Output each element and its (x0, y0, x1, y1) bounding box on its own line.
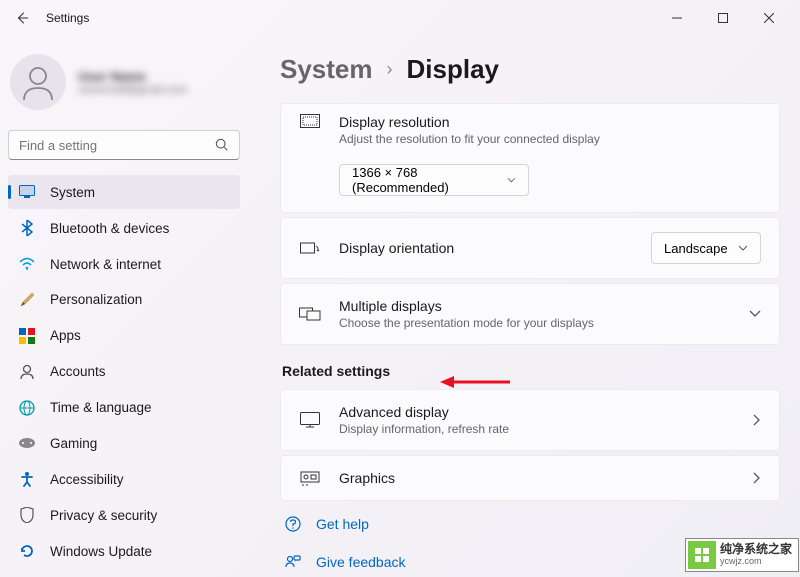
related-settings-heading: Related settings (282, 363, 780, 379)
account-icon (18, 363, 36, 381)
search-box[interactable] (8, 130, 240, 160)
sidebar-item-personalization[interactable]: Personalization (8, 283, 240, 317)
back-arrow-icon (15, 11, 29, 25)
close-button[interactable] (746, 2, 792, 34)
watermark-icon (688, 541, 716, 569)
update-icon (18, 542, 36, 560)
sidebar-item-bluetooth[interactable]: Bluetooth & devices (8, 211, 240, 245)
sidebar: User Name useremail@gmail.com System Blu… (0, 36, 248, 577)
accessibility-icon (18, 470, 36, 488)
sidebar-item-gaming[interactable]: Gaming (8, 426, 240, 460)
breadcrumb-parent[interactable]: System (280, 54, 373, 85)
nav-label: Time & language (50, 400, 152, 415)
orientation-value: Landscape (664, 241, 728, 256)
shield-icon (18, 506, 36, 524)
watermark: 纯净系统之家 ycwjz.com (685, 538, 799, 572)
sidebar-item-system[interactable]: System (8, 175, 240, 209)
graphics-title: Graphics (339, 470, 735, 486)
nav-label: Network & internet (50, 257, 161, 272)
back-button[interactable] (8, 4, 36, 32)
maximize-icon (718, 13, 728, 23)
resolution-sub: Adjust the resolution to fit your connec… (339, 132, 761, 146)
watermark-url: ycwjz.com (720, 557, 792, 567)
window-title: Settings (46, 11, 89, 25)
orientation-dropdown[interactable]: Landscape (651, 232, 761, 264)
graphics-icon (299, 470, 321, 486)
apps-icon (18, 327, 36, 345)
watermark-cn: 纯净系统之家 (720, 543, 792, 556)
nav-label: Gaming (50, 436, 97, 451)
nav-label: Accounts (50, 364, 106, 379)
card-multiple-displays[interactable]: Multiple displays Choose the presentatio… (280, 283, 780, 345)
search-icon (215, 138, 229, 152)
orientation-title: Display orientation (339, 240, 633, 256)
bluetooth-icon (18, 219, 36, 237)
sidebar-item-accounts[interactable]: Accounts (8, 355, 240, 389)
chevron-right-icon: › (387, 59, 393, 80)
feedback-icon (284, 553, 302, 571)
resolution-dropdown[interactable]: 1366 × 768 (Recommended) (339, 164, 529, 196)
profile-email: useremail@gmail.com (78, 84, 187, 96)
sidebar-item-time[interactable]: Time & language (8, 391, 240, 425)
profile-section[interactable]: User Name useremail@gmail.com (8, 44, 248, 126)
chevron-down-icon (738, 245, 748, 251)
sidebar-item-network[interactable]: Network & internet (8, 247, 240, 281)
monitor-icon (299, 412, 321, 428)
sidebar-item-accessibility[interactable]: Accessibility (8, 462, 240, 496)
nav-list: System Bluetooth & devices Network & int… (8, 174, 248, 569)
breadcrumb: System › Display (280, 40, 780, 103)
sidebar-item-privacy[interactable]: Privacy & security (8, 498, 240, 532)
advanced-title: Advanced display (339, 404, 735, 420)
main-content: System › Display Display resolution Adju… (248, 36, 800, 577)
avatar (10, 54, 66, 110)
resolution-icon (299, 114, 321, 130)
nav-label: Windows Update (50, 544, 152, 559)
feedback-text: Give feedback (316, 554, 406, 570)
nav-label: Bluetooth & devices (50, 221, 169, 236)
globe-icon (18, 399, 36, 417)
resolution-value: 1366 × 768 (Recommended) (352, 165, 497, 195)
orientation-icon (299, 240, 321, 256)
titlebar: Settings (0, 0, 800, 36)
multiple-title: Multiple displays (339, 298, 731, 314)
multiple-displays-icon (299, 306, 321, 322)
chevron-right-icon (753, 414, 761, 426)
gaming-icon (18, 434, 36, 452)
minimize-button[interactable] (654, 2, 700, 34)
help-icon (284, 515, 302, 533)
system-icon (18, 183, 36, 201)
paintbrush-icon (18, 291, 36, 309)
search-input[interactable] (19, 138, 215, 153)
profile-info: User Name useremail@gmail.com (78, 69, 187, 96)
chevron-down-icon (507, 177, 516, 183)
card-orientation: Display orientation Landscape (280, 217, 780, 279)
profile-name: User Name (78, 69, 187, 84)
wifi-icon (18, 255, 36, 273)
person-icon (18, 62, 58, 102)
nav-label: System (50, 185, 95, 200)
chevron-down-icon (749, 310, 761, 318)
multiple-sub: Choose the presentation mode for your di… (339, 316, 731, 330)
resolution-title: Display resolution (339, 114, 761, 130)
chevron-right-icon (753, 472, 761, 484)
maximize-button[interactable] (700, 2, 746, 34)
nav-label: Apps (50, 328, 81, 343)
card-graphics[interactable]: Graphics (280, 455, 780, 501)
close-icon (764, 13, 774, 23)
breadcrumb-current: Display (407, 54, 500, 85)
card-advanced-display[interactable]: Advanced display Display information, re… (280, 389, 780, 451)
sidebar-item-update[interactable]: Windows Update (8, 534, 240, 568)
sidebar-item-apps[interactable]: Apps (8, 319, 240, 353)
nav-label: Accessibility (50, 472, 124, 487)
advanced-sub: Display information, refresh rate (339, 422, 735, 436)
help-text: Get help (316, 516, 369, 532)
window-controls (654, 2, 792, 34)
minimize-icon (672, 13, 682, 23)
nav-label: Privacy & security (50, 508, 157, 523)
card-resolution: Display resolution Adjust the resolution… (280, 103, 780, 213)
nav-label: Personalization (50, 292, 142, 307)
